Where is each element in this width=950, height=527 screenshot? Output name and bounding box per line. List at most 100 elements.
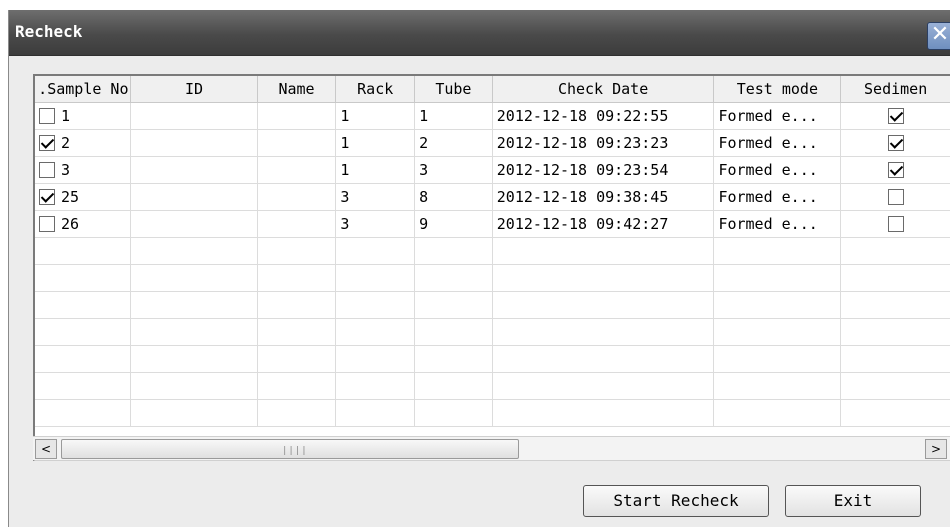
sediment-checkbox[interactable]	[887, 216, 904, 232]
tube-cell: 9	[414, 210, 493, 238]
empty-row	[35, 264, 950, 292]
column-header[interactable]: Test mode	[713, 76, 842, 103]
sediment-cell	[840, 183, 950, 211]
rack-cell: 3	[335, 183, 416, 211]
date-cell: 2012-12-18 09:22:55	[492, 102, 715, 130]
column-header[interactable]: Rack	[335, 76, 416, 103]
empty-cell	[335, 345, 416, 373]
sample-cell: 3	[35, 156, 132, 184]
rack-cell: 1	[335, 156, 416, 184]
date-cell: 2012-12-18 09:42:27	[492, 210, 715, 238]
column-header[interactable]: Sample No.	[35, 76, 132, 103]
empty-cell	[35, 399, 132, 427]
sample-cell: 26	[35, 210, 132, 238]
scroll-left-icon[interactable]: <	[35, 439, 57, 459]
sample-number: 1	[61, 106, 71, 125]
sample-table: Sample No. ID Name Rack Tube Check Date Test m…	[35, 76, 950, 427]
empty-cell	[713, 291, 842, 319]
scroll-right-icon[interactable]: >	[925, 439, 947, 459]
empty-cell	[35, 237, 132, 265]
recheck-dialog: Recheck ✕ Sample No. ID Name Rack Tube Check …	[8, 10, 950, 527]
empty-cell	[130, 264, 258, 292]
sediment-checkbox[interactable]	[887, 162, 904, 178]
date-cell: 2012-12-18 09:23:54	[492, 156, 715, 184]
row-select-checkbox[interactable]	[39, 216, 55, 232]
sample-number: 25	[61, 187, 80, 206]
empty-row	[35, 291, 950, 319]
empty-cell	[713, 345, 842, 373]
name-cell	[257, 129, 337, 157]
table-header: Sample No. ID Name Rack Tube Check Date Test m…	[35, 76, 950, 103]
empty-cell	[492, 291, 715, 319]
table-row[interactable]: 3 1 3 2012-12-18 09:23:54 Formed e...	[35, 156, 950, 184]
empty-cell	[414, 237, 493, 265]
recheck-grid: Sample No. ID Name Rack Tube Check Date Test m…	[33, 74, 950, 461]
tube-cell: 3	[414, 156, 493, 184]
name-cell	[257, 210, 337, 238]
empty-cell	[840, 264, 950, 292]
table-row[interactable]: 26 3 9 2012-12-18 09:42:27 Formed e...	[35, 210, 950, 238]
name-cell	[257, 102, 337, 130]
empty-cell	[840, 345, 950, 373]
sediment-checkbox[interactable]	[887, 189, 904, 205]
empty-cell	[713, 399, 842, 427]
empty-row	[35, 318, 950, 346]
id-cell	[130, 156, 258, 184]
sample-cell: 25	[35, 183, 132, 211]
empty-cell	[492, 318, 715, 346]
row-select-checkbox[interactable]	[39, 189, 55, 205]
exit-button[interactable]: Exit	[785, 485, 921, 517]
empty-cell	[840, 318, 950, 346]
table-row[interactable]: 1 1 1 2012-12-18 09:22:55 Formed e...	[35, 102, 950, 130]
sample-number: 26	[61, 214, 80, 233]
row-select-checkbox[interactable]	[39, 162, 55, 178]
sample-cell: 1	[35, 102, 132, 130]
column-header[interactable]: Name	[257, 76, 337, 103]
empty-cell	[35, 291, 132, 319]
row-select-checkbox[interactable]	[39, 108, 55, 124]
start-recheck-button[interactable]: Start Recheck	[583, 485, 769, 517]
title-bar: Recheck ✕	[9, 10, 950, 56]
sediment-cell	[840, 129, 950, 157]
scrollbar-thumb[interactable]: ||||	[61, 439, 519, 459]
empty-cell	[414, 399, 493, 427]
name-cell	[257, 183, 337, 211]
empty-cell	[130, 372, 258, 400]
mode-cell: Formed e...	[713, 102, 842, 130]
empty-cell	[492, 399, 715, 427]
empty-cell	[713, 318, 842, 346]
sediment-checkbox[interactable]	[887, 135, 904, 151]
empty-cell	[130, 399, 258, 427]
column-header[interactable]: Sedimen	[840, 76, 950, 103]
empty-cell	[35, 345, 132, 373]
horizontal-scrollbar[interactable]: < |||| >	[33, 436, 950, 460]
mode-cell: Formed e...	[713, 210, 842, 238]
rack-cell: 1	[335, 102, 416, 130]
sample-number: 2	[61, 133, 71, 152]
empty-cell	[414, 264, 493, 292]
dialog-title: Recheck	[15, 22, 83, 41]
name-cell	[257, 156, 337, 184]
column-header[interactable]: Tube	[414, 76, 493, 103]
date-cell: 2012-12-18 09:38:45	[492, 183, 715, 211]
sediment-checkbox[interactable]	[887, 108, 904, 124]
close-icon[interactable]: ✕	[927, 22, 950, 50]
empty-row	[35, 372, 950, 400]
table-row[interactable]: 2 1 2 2012-12-18 09:23:23 Formed e...	[35, 129, 950, 157]
id-cell	[130, 210, 258, 238]
id-cell	[130, 129, 258, 157]
sample-number: 3	[61, 160, 71, 179]
row-select-checkbox[interactable]	[39, 135, 55, 151]
empty-cell	[257, 318, 337, 346]
empty-cell	[335, 399, 416, 427]
empty-cell	[257, 372, 337, 400]
column-header[interactable]: ID	[130, 76, 258, 103]
empty-cell	[414, 291, 493, 319]
empty-cell	[713, 237, 842, 265]
sediment-cell	[840, 102, 950, 130]
sample-cell: 2	[35, 129, 132, 157]
column-header[interactable]: Check Date	[492, 76, 715, 103]
table-row[interactable]: 25 3 8 2012-12-18 09:38:45 Formed e...	[35, 183, 950, 211]
mode-cell: Formed e...	[713, 129, 842, 157]
empty-cell	[840, 399, 950, 427]
